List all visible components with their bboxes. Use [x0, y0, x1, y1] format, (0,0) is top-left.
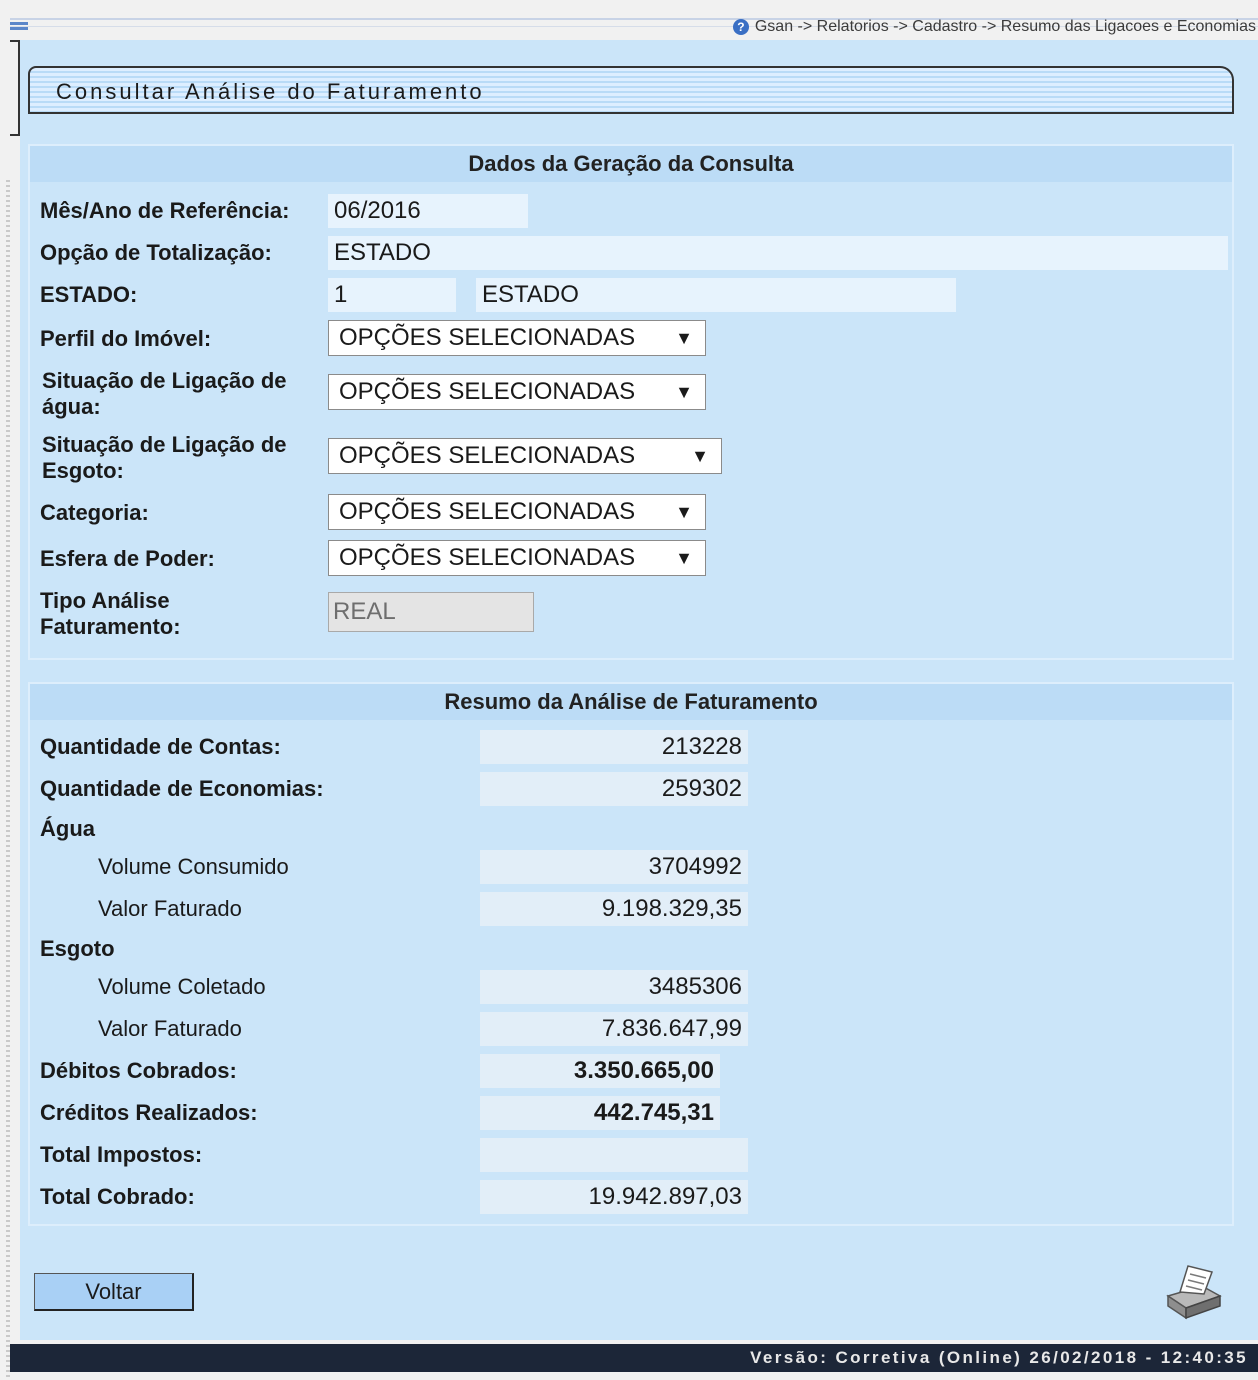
- esfera-poder-select[interactable]: OPÇÕES SELECIONADAS ▼: [328, 540, 706, 576]
- dropdown-arrow-icon: ▼: [675, 382, 693, 402]
- situacao-agua-label-line2: água:: [42, 394, 101, 419]
- estado-name: ESTADO: [476, 278, 956, 312]
- categoria-label: Categoria:: [40, 500, 149, 525]
- page-title: Consultar Análise do Faturamento: [56, 79, 485, 104]
- dropdown-arrow-icon: ▼: [675, 548, 693, 568]
- dropdown-arrow-icon: ▼: [675, 502, 693, 522]
- menu-icon[interactable]: [10, 22, 28, 34]
- tipo-analise-label-line1: Tipo Análise: [40, 588, 170, 613]
- total-cobrado-label: Total Cobrado:: [40, 1184, 195, 1209]
- esgoto-heading: Esgoto: [40, 936, 115, 961]
- left-bracket: [10, 40, 20, 136]
- debitos-cobrados-value: 3.350.665,00: [480, 1054, 720, 1088]
- dropdown-arrow-icon: ▼: [691, 446, 709, 466]
- printer-icon[interactable]: [1162, 1262, 1224, 1320]
- qtd-economias-value: 259302: [480, 772, 748, 806]
- estado-code: 1: [328, 278, 456, 312]
- main-panel: Consultar Análise do Faturamento Dados d…: [20, 40, 1258, 1340]
- situacao-agua-select[interactable]: OPÇÕES SELECIONADAS ▼: [328, 374, 706, 410]
- agua-volume-value: 3704992: [480, 850, 748, 884]
- perfil-imovel-select[interactable]: OPÇÕES SELECIONADAS ▼: [328, 320, 706, 356]
- tipo-analise-label-line2: Faturamento:: [40, 614, 181, 639]
- perfil-imovel-selected: OPÇÕES SELECIONADAS: [339, 324, 636, 351]
- estado-label: ESTADO:: [40, 282, 138, 307]
- agua-valor-label: Valor Faturado: [98, 896, 242, 921]
- categoria-selected: OPÇÕES SELECIONADAS: [339, 498, 636, 525]
- resumo-analise-header: Resumo da Análise de Faturamento: [30, 684, 1232, 720]
- situacao-agua-label-line1: Situação de Ligação de: [42, 368, 287, 393]
- qtd-contas-label: Quantidade de Contas:: [40, 734, 281, 759]
- esgoto-valor-label: Valor Faturado: [98, 1016, 242, 1041]
- breadcrumb: ? Gsan -> Relatorios -> Cadastro -> Resu…: [732, 16, 1256, 38]
- debitos-cobrados-label: Débitos Cobrados:: [40, 1058, 237, 1083]
- help-icon[interactable]: ?: [732, 19, 749, 35]
- esfera-poder-selected: OPÇÕES SELECIONADAS: [339, 544, 636, 571]
- esfera-poder-label: Esfera de Poder:: [40, 546, 215, 571]
- creditos-realizados-value: 442.745,31: [480, 1096, 720, 1130]
- qtd-contas-value: 213228: [480, 730, 748, 764]
- mes-ano-value: 06/2016: [328, 194, 528, 228]
- dados-geracao-section: Dados da Geração da Consulta Mês/Ano de …: [28, 144, 1234, 660]
- esgoto-valor-value: 7.836.647,99: [480, 1012, 748, 1046]
- creditos-realizados-label: Créditos Realizados:: [40, 1100, 258, 1125]
- agua-heading: Água: [40, 816, 95, 841]
- esgoto-volume-label: Volume Coletado: [98, 974, 266, 999]
- total-impostos-label: Total Impostos:: [40, 1142, 203, 1167]
- situacao-esgoto-select[interactable]: OPÇÕES SELECIONADAS ▼: [328, 438, 722, 474]
- mes-ano-label: Mês/Ano de Referência:: [40, 198, 290, 223]
- tipo-analise-label: Tipo Análise Faturamento:: [40, 588, 181, 640]
- situacao-esgoto-selected: OPÇÕES SELECIONADAS: [339, 442, 636, 469]
- opcao-totalizacao-value: ESTADO: [328, 236, 1228, 270]
- page-title-bar: Consultar Análise do Faturamento: [28, 66, 1234, 114]
- voltar-button[interactable]: Voltar: [34, 1273, 194, 1311]
- situacao-agua-selected: OPÇÕES SELECIONADAS: [339, 378, 636, 405]
- breadcrumb-text[interactable]: Gsan -> Relatorios -> Cadastro -> Resumo…: [755, 18, 1256, 36]
- situacao-esgoto-label-line1: Situação de Ligação de: [42, 432, 287, 457]
- resumo-analise-section: Resumo da Análise de Faturamento Quantid…: [28, 682, 1234, 1226]
- tipo-analise-field: REAL: [328, 592, 534, 632]
- esgoto-volume-value: 3485306: [480, 970, 748, 1004]
- total-cobrado-value: 19.942.897,03: [480, 1180, 748, 1214]
- total-impostos-value: [480, 1138, 748, 1172]
- categoria-select[interactable]: OPÇÕES SELECIONADAS ▼: [328, 494, 706, 530]
- left-frame-edge: [0, 40, 20, 1380]
- dados-geracao-header: Dados da Geração da Consulta: [30, 146, 1232, 182]
- qtd-economias-label: Quantidade de Economias:: [40, 776, 324, 801]
- dropdown-arrow-icon: ▼: [675, 328, 693, 348]
- version-footer: Versão: Corretiva (Online) 26/02/2018 - …: [10, 1344, 1258, 1372]
- agua-valor-value: 9.198.329,35: [480, 892, 748, 926]
- situacao-esgoto-label-line2: Esgoto:: [42, 458, 124, 483]
- agua-volume-label: Volume Consumido: [98, 854, 289, 879]
- left-scroll-track[interactable]: [6, 180, 10, 1380]
- opcao-totalizacao-label: Opção de Totalização:: [40, 240, 272, 265]
- situacao-agua-label: Situação de Ligação de água:: [42, 368, 287, 420]
- perfil-imovel-label: Perfil do Imóvel:: [40, 326, 212, 351]
- situacao-esgoto-label: Situação de Ligação de Esgoto:: [42, 432, 287, 484]
